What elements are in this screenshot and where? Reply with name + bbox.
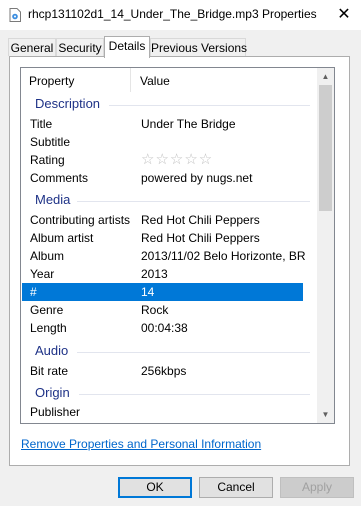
property-row-genre[interactable]: Genre Rock bbox=[22, 301, 303, 319]
group-label: Media bbox=[35, 192, 71, 207]
property-name: Title bbox=[30, 117, 53, 131]
property-row-comments[interactable]: Comments powered by nugs.net bbox=[22, 169, 303, 187]
window-title: rhcp131102d1_14_Under_The_Bridge.mp3 Pro… bbox=[28, 7, 317, 21]
property-row-publisher[interactable]: Publisher bbox=[22, 403, 303, 421]
column-header-property[interactable]: Property bbox=[29, 74, 74, 88]
property-row-title[interactable]: Title Under The Bridge bbox=[22, 115, 303, 133]
property-row-year[interactable]: Year 2013 bbox=[22, 265, 303, 283]
property-value: 256kbps bbox=[141, 364, 187, 378]
property-value: 00:04:38 bbox=[141, 321, 188, 335]
remove-properties-link[interactable]: Remove Properties and Personal Informati… bbox=[21, 437, 261, 451]
property-name: Bit rate bbox=[30, 364, 69, 378]
property-name: Album artist bbox=[30, 231, 94, 245]
property-name: Genre bbox=[30, 303, 64, 317]
group-label: Origin bbox=[35, 385, 70, 400]
property-row-album[interactable]: Album 2013/11/02 Belo Horizonte, BR bbox=[22, 247, 306, 265]
tab-previous-versions[interactable]: Previous Versions bbox=[150, 38, 247, 56]
group-divider bbox=[77, 352, 310, 353]
tab-details[interactable]: Details bbox=[104, 36, 150, 58]
property-row-subtitle[interactable]: Subtitle bbox=[22, 133, 303, 151]
property-value: Rock bbox=[141, 303, 169, 317]
property-name: Subtitle bbox=[30, 135, 71, 149]
tab-strip: General Security Details Previous Versio… bbox=[0, 36, 361, 58]
property-value: powered by nugs.net bbox=[141, 171, 253, 185]
property-name: Length bbox=[30, 321, 67, 335]
property-name: # bbox=[30, 285, 37, 299]
group-label: Audio bbox=[35, 343, 69, 358]
rating-stars[interactable]: ☆☆☆☆☆ bbox=[141, 151, 213, 169]
property-row-contributing-artists[interactable]: Contributing artists Red Hot Chili Peppe… bbox=[22, 211, 303, 229]
group-header-description[interactable]: Description bbox=[21, 94, 318, 114]
title-bar: rhcp131102d1_14_Under_The_Bridge.mp3 Pro… bbox=[0, 0, 361, 30]
property-name: Album bbox=[30, 249, 65, 263]
property-name: Publisher bbox=[30, 405, 81, 419]
group-divider bbox=[77, 201, 310, 202]
group-label: Description bbox=[35, 96, 101, 111]
property-value: Red Hot Chili Peppers bbox=[141, 213, 260, 227]
audio-file-icon bbox=[9, 8, 21, 22]
scroll-thumb[interactable] bbox=[319, 85, 332, 211]
group-header-media[interactable]: Media bbox=[21, 190, 318, 210]
property-value: Red Hot Chili Peppers bbox=[141, 231, 260, 245]
group-header-audio[interactable]: Audio bbox=[21, 341, 318, 361]
property-list[interactable]: Property Value Description Title Under T… bbox=[20, 67, 335, 424]
property-row-track-number[interactable]: # 14 bbox=[22, 283, 303, 301]
property-name: Comments bbox=[30, 171, 89, 185]
ok-button[interactable]: OK bbox=[118, 477, 192, 498]
property-value: 14 bbox=[141, 285, 155, 299]
property-row-rating[interactable]: Rating ☆☆☆☆☆ bbox=[22, 151, 303, 169]
property-row-length[interactable]: Length 00:04:38 bbox=[22, 319, 303, 337]
group-divider bbox=[79, 394, 310, 395]
property-value: Under The Bridge bbox=[141, 117, 236, 131]
property-value: 2013/11/02 Belo Horizonte, BR bbox=[141, 249, 306, 263]
tab-general[interactable]: General bbox=[8, 38, 56, 56]
property-value: 2013 bbox=[141, 267, 168, 281]
property-name: Contributing artists bbox=[30, 213, 131, 227]
scroll-up-icon[interactable]: ▲ bbox=[317, 68, 334, 85]
column-header: Property Value bbox=[21, 68, 318, 92]
property-name: Year bbox=[30, 267, 55, 281]
group-divider bbox=[109, 105, 310, 106]
group-header-origin[interactable]: Origin bbox=[21, 383, 318, 403]
vertical-scrollbar[interactable]: ▲ ▼ bbox=[317, 68, 334, 423]
property-row-album-artist[interactable]: Album artist Red Hot Chili Peppers bbox=[22, 229, 303, 247]
cancel-button[interactable]: Cancel bbox=[199, 477, 273, 498]
property-name: Rating bbox=[30, 153, 65, 167]
column-divider[interactable] bbox=[130, 68, 131, 92]
scroll-down-icon[interactable]: ▼ bbox=[317, 406, 334, 423]
property-row-bit-rate[interactable]: Bit rate 256kbps bbox=[22, 362, 303, 380]
tab-security[interactable]: Security bbox=[56, 38, 104, 56]
close-button[interactable]: ✕ bbox=[334, 5, 354, 25]
column-header-value[interactable]: Value bbox=[140, 74, 170, 88]
apply-button[interactable]: Apply bbox=[280, 477, 354, 498]
